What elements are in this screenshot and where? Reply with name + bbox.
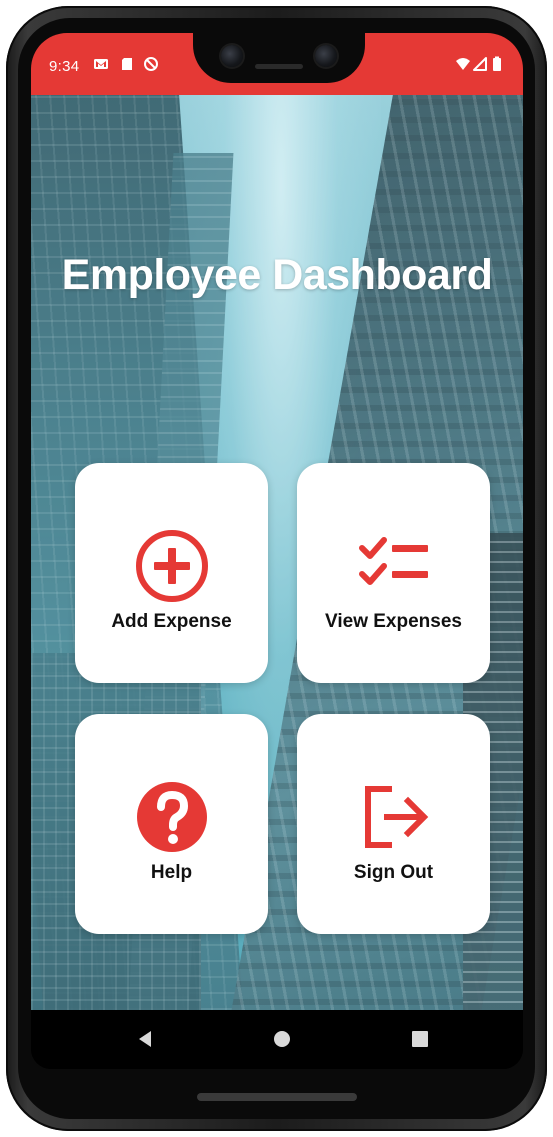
sign-out-button[interactable]: Sign Out — [297, 714, 490, 934]
battery-icon — [492, 56, 502, 72]
view-expenses-button[interactable]: View Expenses — [297, 463, 490, 683]
recents-icon[interactable] — [409, 1028, 431, 1050]
screen: 9:34 Employee Dashboard Add Expense View… — [31, 33, 523, 1069]
front-camera-right — [315, 45, 337, 67]
add-expense-button[interactable]: Add Expense — [75, 463, 268, 683]
do-not-disturb-icon — [143, 56, 159, 72]
add-circle-icon — [132, 526, 212, 606]
checklist-icon — [354, 526, 434, 606]
status-time: 9:34 — [49, 58, 80, 75]
earpiece-speaker — [255, 64, 303, 69]
help-circle-icon — [132, 777, 212, 857]
display-notch — [193, 33, 365, 83]
sd-card-icon — [119, 56, 135, 72]
help-button[interactable]: Help — [75, 714, 268, 934]
add-expense-label: Add Expense — [111, 611, 232, 632]
help-label: Help — [150, 862, 193, 883]
gmail-icon — [93, 56, 109, 72]
view-expenses-label: View Expenses — [325, 611, 462, 632]
front-camera-left — [221, 45, 243, 67]
sign-out-icon — [354, 777, 434, 857]
wifi-icon — [455, 56, 471, 72]
back-icon[interactable] — [135, 1028, 157, 1050]
home-icon[interactable] — [271, 1028, 293, 1050]
page-title: Employee Dashboard — [61, 251, 493, 299]
sign-out-label: Sign Out — [353, 862, 434, 883]
signal-icon — [472, 56, 488, 72]
device-chin-grille — [197, 1093, 357, 1101]
navigation-bar — [31, 1010, 523, 1069]
